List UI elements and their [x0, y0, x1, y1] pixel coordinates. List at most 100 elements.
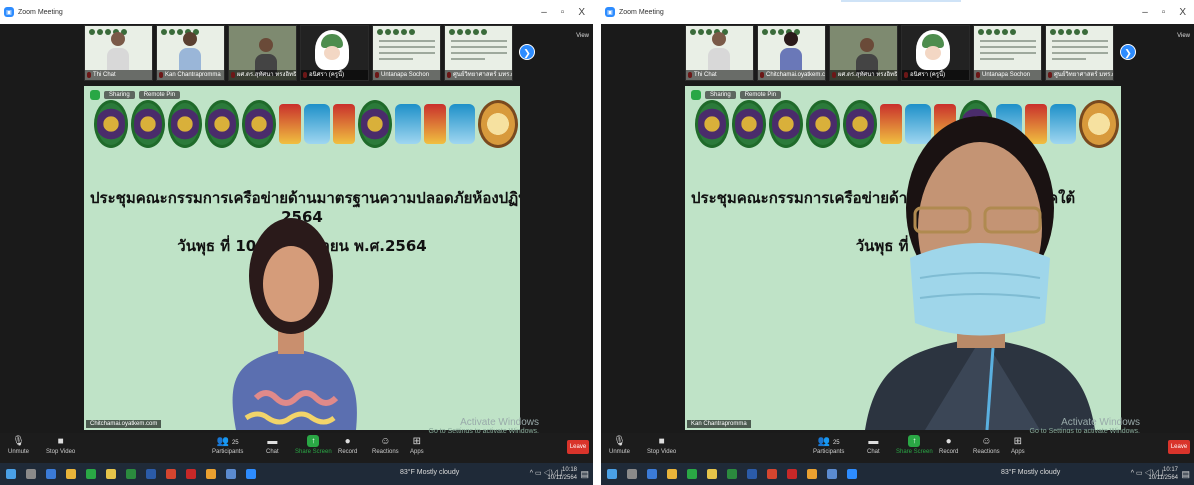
reactions-button[interactable]: ☺ Reactions [372, 435, 399, 455]
unmute-button[interactable]: 🎙 Unmute [609, 435, 630, 455]
record-button[interactable]: ● Record [939, 435, 958, 455]
weather-widget[interactable]: 83°F Mostly cloudy [400, 469, 459, 476]
notification-icon[interactable]: ▤ [1181, 469, 1190, 480]
zoom-logo-icon: ▣ [605, 7, 615, 17]
chat-icon: ▬ [267, 436, 278, 447]
pdf-icon[interactable] [186, 469, 196, 479]
chat-button[interactable]: ▬ Chat [266, 435, 279, 455]
notification-icon[interactable]: ▤ [580, 469, 589, 480]
remote-pin-button[interactable]: Remote Pin [739, 91, 782, 99]
remote-pin-button[interactable]: Remote Pin [138, 91, 181, 99]
sharing-indicator[interactable]: Sharing [104, 91, 135, 99]
shield-icon[interactable] [827, 469, 837, 479]
window-title: Zoom Meeting [619, 8, 664, 16]
participant-thumbnail[interactable]: Kan Chantrapromma [156, 25, 225, 81]
shared-screen: Sharing Remote Pin ประชุมคณะกรรมการเครือ… [84, 86, 520, 430]
clock[interactable]: 10:17 10/11/2564 [1148, 466, 1178, 482]
avatar [315, 30, 349, 70]
security-shield-icon[interactable] [691, 90, 701, 100]
apps-button[interactable]: ⊞ Apps [1011, 435, 1025, 455]
powerpoint-icon[interactable] [166, 469, 176, 479]
firefox-icon[interactable] [807, 469, 817, 479]
participants-button[interactable]: 👥 25 Participants [212, 435, 243, 455]
participants-icon: 👥 25 [817, 436, 840, 447]
activate-title: Activate Windows [1061, 417, 1140, 428]
reactions-icon: ☺ [380, 436, 391, 447]
windows-taskbar: 83°F Mostly cloudy ^ ▭ ◁) ⁄ㄩ 10:17 10/11… [601, 463, 1194, 485]
task-view-icon[interactable] [627, 469, 637, 479]
shared-screen: Sharing Remote Pin ประชุมคณะกรรมการเครือ… [685, 86, 1121, 430]
powerpoint-icon[interactable] [767, 469, 777, 479]
edge-icon[interactable] [46, 469, 56, 479]
minimize-button[interactable]: – [541, 7, 547, 18]
next-page-button[interactable]: ❯ [519, 44, 535, 60]
leave-button[interactable]: Leave [1168, 440, 1190, 454]
firefox-icon[interactable] [206, 469, 216, 479]
line-icon[interactable] [86, 469, 96, 479]
edge-icon[interactable] [647, 469, 657, 479]
view-button[interactable]: View [576, 33, 589, 39]
close-button[interactable]: X [578, 7, 585, 18]
excel-icon[interactable] [126, 469, 136, 479]
start-icon[interactable] [6, 469, 16, 479]
next-page-button[interactable]: ❯ [1120, 44, 1136, 60]
share-screen-button[interactable]: ↑ Share Screen [295, 435, 332, 455]
reactions-button[interactable]: ☺ Reactions [973, 435, 1000, 455]
maximize-button[interactable]: ▫ [1162, 7, 1166, 18]
participant-name: ผศ.ดร.สุทัศนา ทรงอิทธิชัย [229, 70, 296, 80]
zoom-app-icon[interactable] [246, 469, 256, 479]
participant-thumbnail[interactable]: ผศ.ดร.สุทัศนา ทรงอิทธิชัย [228, 25, 297, 81]
apps-icon: ⊞ [412, 436, 422, 447]
folder-icon[interactable] [707, 469, 717, 479]
excel-icon[interactable] [727, 469, 737, 479]
chrome-icon[interactable] [66, 469, 76, 479]
shield-icon[interactable] [226, 469, 236, 479]
leave-button[interactable]: Leave [567, 440, 589, 454]
close-button[interactable]: X [1179, 7, 1186, 18]
chrome-icon[interactable] [667, 469, 677, 479]
task-view-icon[interactable] [26, 469, 36, 479]
chat-button[interactable]: ▬ Chat [867, 435, 880, 455]
apps-button[interactable]: ⊞ Apps [410, 435, 424, 455]
active-speaker-video [865, 108, 1095, 430]
security-shield-icon[interactable] [90, 90, 100, 100]
weather-widget[interactable]: 83°F Mostly cloudy [1001, 469, 1060, 476]
speaker-name: Chitchamai.oyatkem.com [86, 420, 162, 428]
participant-thumbnail[interactable]: Untanapa Sochon [973, 25, 1042, 81]
participant-thumbnail[interactable]: ผศ.ดร.สุทัศนา ทรงอิทธิชัย [829, 25, 898, 81]
speaker-name: Kan Chantrapromma [687, 420, 751, 428]
participant-thumbnail[interactable]: Untanapa Sochon [372, 25, 441, 81]
stop-video-button[interactable]: ■ Stop Video [46, 435, 75, 455]
participants-button[interactable]: 👥 25 Participants [813, 435, 844, 455]
participant-name: Kan Chantrapromma [157, 70, 224, 80]
word-icon[interactable] [747, 469, 757, 479]
video-camera-icon: ■ [57, 436, 64, 447]
participant-name: อนิศรา (ครูนี้) [301, 70, 368, 80]
zoom-window-right: ▣ Zoom Meeting – ▫ X Thi Chat Chitchamai… [601, 0, 1194, 485]
sharing-indicator[interactable]: Sharing [705, 91, 736, 99]
video-camera-icon: ■ [658, 436, 665, 447]
clock[interactable]: 10:18 10/11/2564 [547, 466, 577, 482]
participant-thumbnail[interactable]: อนิศรา (ครูนี้) [901, 25, 970, 81]
participant-thumbnail[interactable]: Thi Chat [685, 25, 754, 81]
start-icon[interactable] [607, 469, 617, 479]
dual-screenshot: ▣ Zoom Meeting – ▫ X Thi Chat Kan Chantr… [0, 0, 1194, 485]
line-icon[interactable] [687, 469, 697, 479]
record-button[interactable]: ● Record [338, 435, 357, 455]
word-icon[interactable] [146, 469, 156, 479]
stop-video-button[interactable]: ■ Stop Video [647, 435, 676, 455]
participant-thumbnail[interactable]: ศูนย์วิทยาศาสตร์ มทร.ศรีวิชัย [1045, 25, 1114, 81]
participant-thumbnail[interactable]: ศูนย์วิทยาศาสตร์ มทร.ศรีวิชัย [444, 25, 513, 81]
participant-thumbnail[interactable]: อนิศรา (ครูนี้) [300, 25, 369, 81]
participant-thumbnail[interactable]: Thi Chat [84, 25, 153, 81]
participant-thumbnail[interactable]: Chitchamai.oyatkem.com [757, 25, 826, 81]
unmute-button[interactable]: 🎙 Unmute [8, 435, 29, 455]
maximize-button[interactable]: ▫ [561, 7, 565, 18]
minimize-button[interactable]: – [1142, 7, 1148, 18]
pdf-icon[interactable] [787, 469, 797, 479]
folder-icon[interactable] [106, 469, 116, 479]
share-screen-button[interactable]: ↑ Share Screen [896, 435, 933, 455]
view-button[interactable]: View [1177, 33, 1190, 39]
zoom-app-icon[interactable] [847, 469, 857, 479]
share-screen-icon: ↑ [908, 435, 921, 447]
